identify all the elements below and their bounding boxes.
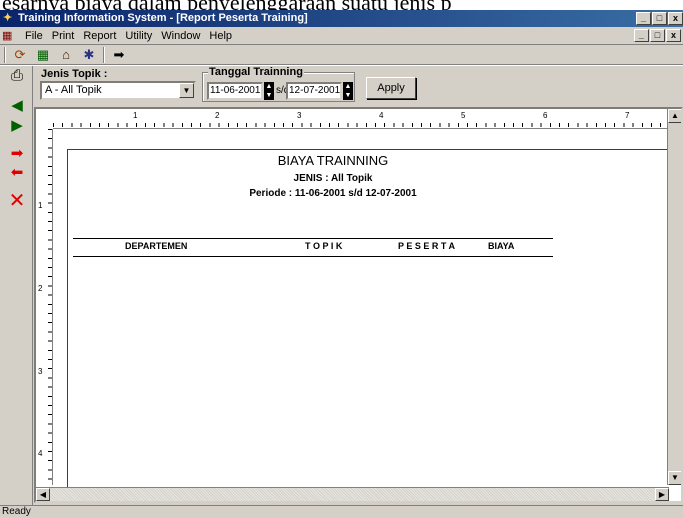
menu-file[interactable]: File <box>25 30 43 42</box>
header-bottom-rule <box>73 256 553 257</box>
runner-icon[interactable]: ✱ <box>80 46 98 64</box>
ruler-mark: 1 <box>38 201 43 210</box>
date-to-field[interactable]: 12-07-2001 <box>286 82 342 100</box>
scroll-right-icon[interactable]: ▶ <box>655 488 669 501</box>
close-preview-icon[interactable]: ✕ <box>7 191 27 211</box>
ruler-mark: 1 <box>133 111 138 120</box>
ruler-mark: 5 <box>461 111 466 120</box>
previous-page-icon[interactable]: ⬅ <box>7 163 27 183</box>
menu-report[interactable]: Report <box>83 30 116 42</box>
horizontal-ruler: 1 2 3 4 5 6 7 <box>53 109 673 129</box>
close-button[interactable]: x <box>668 12 683 25</box>
exit-icon[interactable]: ➡ <box>110 46 128 64</box>
date-from-field[interactable]: 11-06-2001 <box>207 82 263 100</box>
report-title: BIAYA TRAINNING <box>277 153 389 168</box>
mdi-close-button[interactable]: x <box>666 29 681 42</box>
app-icon: ✦ <box>3 12 13 24</box>
next-page-icon[interactable]: ➡ <box>7 144 27 164</box>
ruler-mark: 3 <box>297 111 302 120</box>
date-from-spinner[interactable]: ▲ ▼ <box>264 82 274 100</box>
first-page-icon[interactable]: ◀ <box>7 96 27 116</box>
jenis-topik-select[interactable]: A - All Topik ▼ <box>40 81 196 100</box>
header-top-rule <box>73 238 553 239</box>
toolbar-separator <box>103 46 105 63</box>
toolbar-grip <box>4 46 6 63</box>
toolbar: ⟳ ▦ ⌂ ✱ ➡ <box>0 45 683 65</box>
ruler-mark: 7 <box>625 111 630 120</box>
save-icon[interactable]: ▦ <box>34 46 52 64</box>
menu-help[interactable]: Help <box>209 30 232 42</box>
title-bar: ✦ Training Information System - [Report … <box>0 10 683 27</box>
ruler-mark: 6 <box>543 111 548 120</box>
jenis-topik-label: Jenis Topik : <box>41 68 108 80</box>
column-peserta: P E S E R T A <box>398 241 456 251</box>
last-page-icon[interactable]: ▶ <box>7 116 27 136</box>
filter-panel: Jenis Topik : A - All Topik ▼ Tanggal Tr… <box>34 66 683 104</box>
scroll-left-icon[interactable]: ◀ <box>36 488 50 501</box>
jenis-topik-value: A - All Topik <box>45 84 102 96</box>
menu-utility[interactable]: Utility <box>125 30 152 42</box>
ruler-mark: 2 <box>215 111 220 120</box>
horizontal-scrollbar[interactable]: ◀ ▶ <box>36 487 669 501</box>
apply-button[interactable]: Apply <box>366 77 416 99</box>
column-departemen: DEPARTEMEN <box>125 241 188 251</box>
scroll-up-icon[interactable]: ▲ <box>668 109 681 123</box>
printer-icon[interactable]: ⎙ <box>7 66 27 86</box>
menu-print[interactable]: Print <box>52 30 75 42</box>
mdi-minimize-button[interactable]: _ <box>634 29 649 42</box>
report-page: BIAYA TRAINNING JENIS : All Topik Period… <box>67 149 679 489</box>
window-controls: _ □ x <box>636 12 683 25</box>
tanggal-training-group: Tanggal Trainning 11-06-2001 ▲ ▼ s/d 12-0… <box>202 66 355 102</box>
date-to-spinner[interactable]: ▲ ▼ <box>343 82 353 100</box>
mdi-child-icon[interactable]: ▦ <box>2 30 16 42</box>
window-title: Training Information System - [Report Pe… <box>18 12 308 24</box>
tanggal-training-label: Tanggal Trainning <box>208 66 304 78</box>
ruler-mark: 2 <box>38 284 43 293</box>
report-preview: 1 2 3 4 5 6 7 1 2 3 4 BIAYA TRAINNING JE… <box>34 107 683 503</box>
minimize-button[interactable]: _ <box>636 12 651 25</box>
mdi-restore-button[interactable]: □ <box>650 29 665 42</box>
preview-side-toolbar: ⎙ ◀ ▶ ➡ ⬅ ✕ <box>0 66 33 506</box>
refresh-icon[interactable]: ⟳ <box>11 46 29 64</box>
status-bar: Ready <box>0 505 683 517</box>
column-biaya: BIAYA <box>488 241 515 251</box>
ruler-mark: 3 <box>38 367 43 376</box>
ruler-mark: 4 <box>38 449 43 458</box>
bank-icon[interactable]: ⌂ <box>57 46 75 64</box>
report-periode: Periode : 11-06-2001 s/d 12-07-2001 <box>249 188 417 199</box>
maximize-button[interactable]: □ <box>652 12 667 25</box>
mdi-controls: _ □ x <box>634 29 681 42</box>
report-jenis: JENIS : All Topik <box>293 173 373 184</box>
ruler-mark: 4 <box>379 111 384 120</box>
vertical-ruler: 1 2 3 4 <box>36 129 53 485</box>
column-topik: T O P I K <box>305 241 343 251</box>
menu-window[interactable]: Window <box>161 30 200 42</box>
scroll-down-icon[interactable]: ▼ <box>668 471 681 485</box>
menu-bar: ▦ File Print Report Utility Window Help … <box>0 27 683 45</box>
vertical-scrollbar[interactable]: ▲ ▼ <box>667 109 681 485</box>
chevron-down-icon[interactable]: ▼ <box>179 83 194 98</box>
